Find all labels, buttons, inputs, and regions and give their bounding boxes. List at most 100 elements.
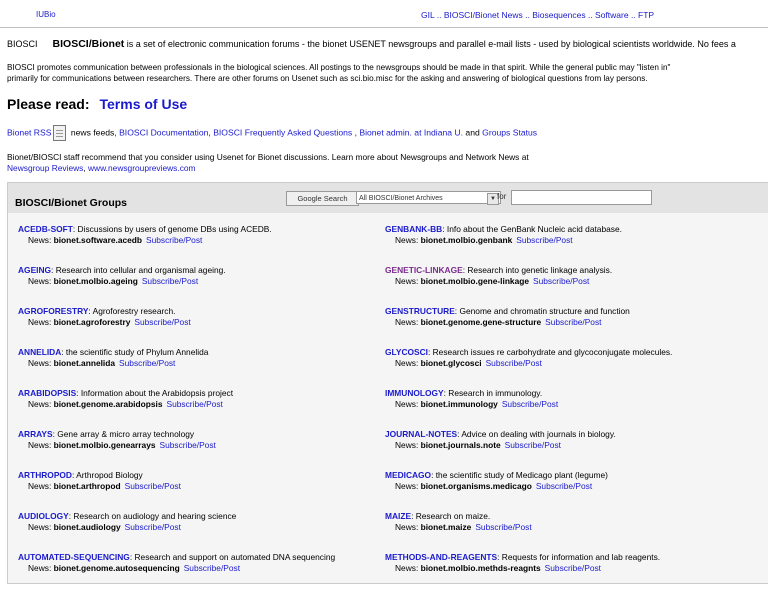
archive-scope-value: All BIOSCI/Bionet Archives <box>359 195 443 202</box>
group-name-link[interactable]: ARRAYS <box>18 429 53 439</box>
group-item: METHODS-AND-REAGENTS: Requests for infor… <box>385 552 755 593</box>
nav-link-software[interactable]: Software <box>595 10 629 20</box>
intro-paragraph: BIOSCI BIOSCI/Bionet is a set of electro… <box>7 38 736 50</box>
google-search-button[interactable]: Google Search <box>286 191 359 206</box>
nav-link-ftp[interactable]: FTP <box>638 10 654 20</box>
archive-scope-select[interactable]: All BIOSCI/Bionet Archives ▼ <box>356 191 501 205</box>
newsgroup-name: bionet.glycosci <box>420 358 482 368</box>
group-name-link[interactable]: GENETIC-LINKAGE <box>385 265 463 275</box>
subscribe-post-link[interactable]: Subscribe/Post <box>505 440 561 450</box>
group-name-link[interactable]: GENBANK-BB <box>385 224 442 234</box>
group-item: AGROFORESTRY: Agroforestry research. News… <box>18 306 388 347</box>
group-item: GLYCOSCI: Research issues re carbohydrat… <box>385 347 755 388</box>
nav-separator: .. <box>585 10 596 20</box>
subscribe-post-link[interactable]: Subscribe/Post <box>533 276 589 286</box>
news-label: News: <box>395 440 419 450</box>
group-description: : Advice on dealing with journals in bio… <box>457 429 616 439</box>
group-item: GENETIC-LINKAGE: Research into genetic l… <box>385 265 755 306</box>
group-description: : Discussions by users of genome DBs usi… <box>72 224 272 234</box>
news-label: News: <box>395 522 419 532</box>
group-description: : Research into cellular and organismal … <box>51 265 226 275</box>
news-label: News: <box>395 276 419 286</box>
groups-status-link[interactable]: Groups Status <box>482 127 537 137</box>
group-name-link[interactable]: GENSTRUCTURE <box>385 306 455 316</box>
group-name-link[interactable]: AUDIOLOGY <box>18 511 69 521</box>
group-name-link[interactable]: MAIZE <box>385 511 411 521</box>
group-name-link[interactable]: AGROFORESTRY <box>18 306 88 316</box>
resource-links-line: Bionet RSS news feeds, BIOSCI Documentat… <box>7 125 537 141</box>
group-description: : Genome and chromatin structure and fun… <box>454 306 630 316</box>
subscribe-post-link[interactable]: Subscribe/Post <box>160 440 216 450</box>
group-item: ARTHROPOD: Arthropod Biology News: bionet… <box>18 470 388 511</box>
group-item: AUTOMATED-SEQUENCING: Research and suppo… <box>18 552 388 593</box>
subscribe-post-link[interactable]: Subscribe/Post <box>184 563 240 573</box>
terms-of-use-link[interactable]: Terms of Use <box>100 96 188 112</box>
news-label: News: <box>28 399 52 409</box>
top-nav-links: GIL .. BIOSCI/Bionet News .. Biosequence… <box>421 10 654 20</box>
news-label: News: <box>28 440 52 450</box>
subscribe-post-link[interactable]: Subscribe/Post <box>142 276 198 286</box>
bionet-admin-link[interactable]: Bionet admin. at Indiana U. <box>359 127 463 137</box>
subscribe-post-link[interactable]: Subscribe/Post <box>536 481 592 491</box>
news-label: News: <box>28 235 52 245</box>
group-name-link[interactable]: AUTOMATED-SEQUENCING <box>18 552 130 562</box>
subscribe-post-link[interactable]: Subscribe/Post <box>545 317 601 327</box>
iubio-link[interactable]: IUBio <box>36 10 56 19</box>
subscribe-post-link[interactable]: Subscribe/Post <box>125 522 181 532</box>
nav-link-biosequences[interactable]: Biosequences <box>532 10 585 20</box>
newsgroup-name: bionet.genome.autosequencing <box>53 563 180 573</box>
group-name-link[interactable]: JOURNAL-NOTES <box>385 429 457 439</box>
subscribe-post-link[interactable]: Subscribe/Post <box>146 235 202 245</box>
groups-column-right: GENBANK-BB: Info about the GenBank Nucle… <box>385 224 755 593</box>
newsgroup-name: bionet.molbio.genearrays <box>53 440 156 450</box>
nav-link-gil[interactable]: GIL <box>421 10 434 20</box>
group-name-link[interactable]: ARABIDOPSIS <box>18 388 76 398</box>
group-description: : Information about the Arabidopsis proj… <box>76 388 234 398</box>
subscribe-post-link[interactable]: Subscribe/Post <box>134 317 190 327</box>
nav-separator: .. <box>628 10 639 20</box>
group-description: : Requests for information and lab reage… <box>497 552 661 562</box>
newsgroup-name: bionet.molbio.gene-linkage <box>420 276 530 286</box>
subscribe-post-link[interactable]: Subscribe/Post <box>125 481 181 491</box>
subscribe-post-link[interactable]: Subscribe/Post <box>167 399 223 409</box>
group-name-link[interactable]: ARTHROPOD <box>18 470 72 480</box>
newsgroup-name: bionet.maize <box>420 522 472 532</box>
biosci-documentation-link[interactable]: BIOSCI Documentation <box>119 127 208 137</box>
groups-panel-header: BIOSCI/Bionet Groups Google Search All B… <box>8 183 768 213</box>
subscribe-post-link[interactable]: Subscribe/Post <box>119 358 175 368</box>
group-item: ARABIDOPSIS: Information about the Arabi… <box>18 388 388 429</box>
biosci-faq-link[interactable]: BIOSCI Frequently Asked Questions <box>213 127 352 137</box>
newsgroup-reviews-link[interactable]: Newsgroup Reviews <box>7 163 83 173</box>
newsgroup-name: bionet.arthropod <box>53 481 121 491</box>
subscribe-post-link[interactable]: Subscribe/Post <box>502 399 558 409</box>
subscribe-post-link[interactable]: Subscribe/Post <box>545 563 601 573</box>
recommendation-text: Bionet/BIOSCI staff recommend that you c… <box>7 152 529 162</box>
group-item: GENSTRUCTURE: Genome and chromatin struc… <box>385 306 755 347</box>
group-description: : Research on maize. <box>411 511 491 521</box>
bionet-name: BIOSCI/Bionet <box>52 38 125 50</box>
group-name-link[interactable]: MEDICAGO <box>385 470 431 480</box>
news-label: News: <box>28 563 52 573</box>
subscribe-post-link[interactable]: Subscribe/Post <box>475 522 531 532</box>
news-label: News: <box>395 358 419 368</box>
subscribe-post-link[interactable]: Subscribe/Post <box>516 235 572 245</box>
group-name-link[interactable]: METHODS-AND-REAGENTS <box>385 552 497 562</box>
for-label: for <box>497 192 507 201</box>
newsgroup-name: bionet.genome.gene-structure <box>420 317 542 327</box>
bionet-rss-link[interactable]: Bionet RSS <box>7 127 51 137</box>
group-item: MEDICAGO: the scientific study of Medica… <box>385 470 755 511</box>
news-label: News: <box>395 399 419 409</box>
nav-link-bionet-news[interactable]: BIOSCI/Bionet News <box>444 10 523 20</box>
group-description: : Info about the GenBank Nucleic acid da… <box>442 224 622 234</box>
group-name-link[interactable]: ACEDB-SOFT <box>18 224 73 234</box>
group-name-link[interactable]: ANNELIDA <box>18 347 61 357</box>
rss-document-icon[interactable] <box>53 125 67 141</box>
subscribe-post-link[interactable]: Subscribe/Post <box>486 358 542 368</box>
newsgroupreviews-url-link[interactable]: www.newsgroupreviews.com <box>88 163 196 173</box>
group-item: AUDIOLOGY: Research on audiology and hea… <box>18 511 388 552</box>
search-input[interactable] <box>511 190 652 205</box>
group-name-link[interactable]: AGEING <box>18 265 51 275</box>
group-description: : Research issues re carbohydrate and gl… <box>427 347 673 357</box>
group-name-link[interactable]: IMMUNOLOGY <box>385 388 444 398</box>
group-name-link[interactable]: GLYCOSCI <box>385 347 428 357</box>
